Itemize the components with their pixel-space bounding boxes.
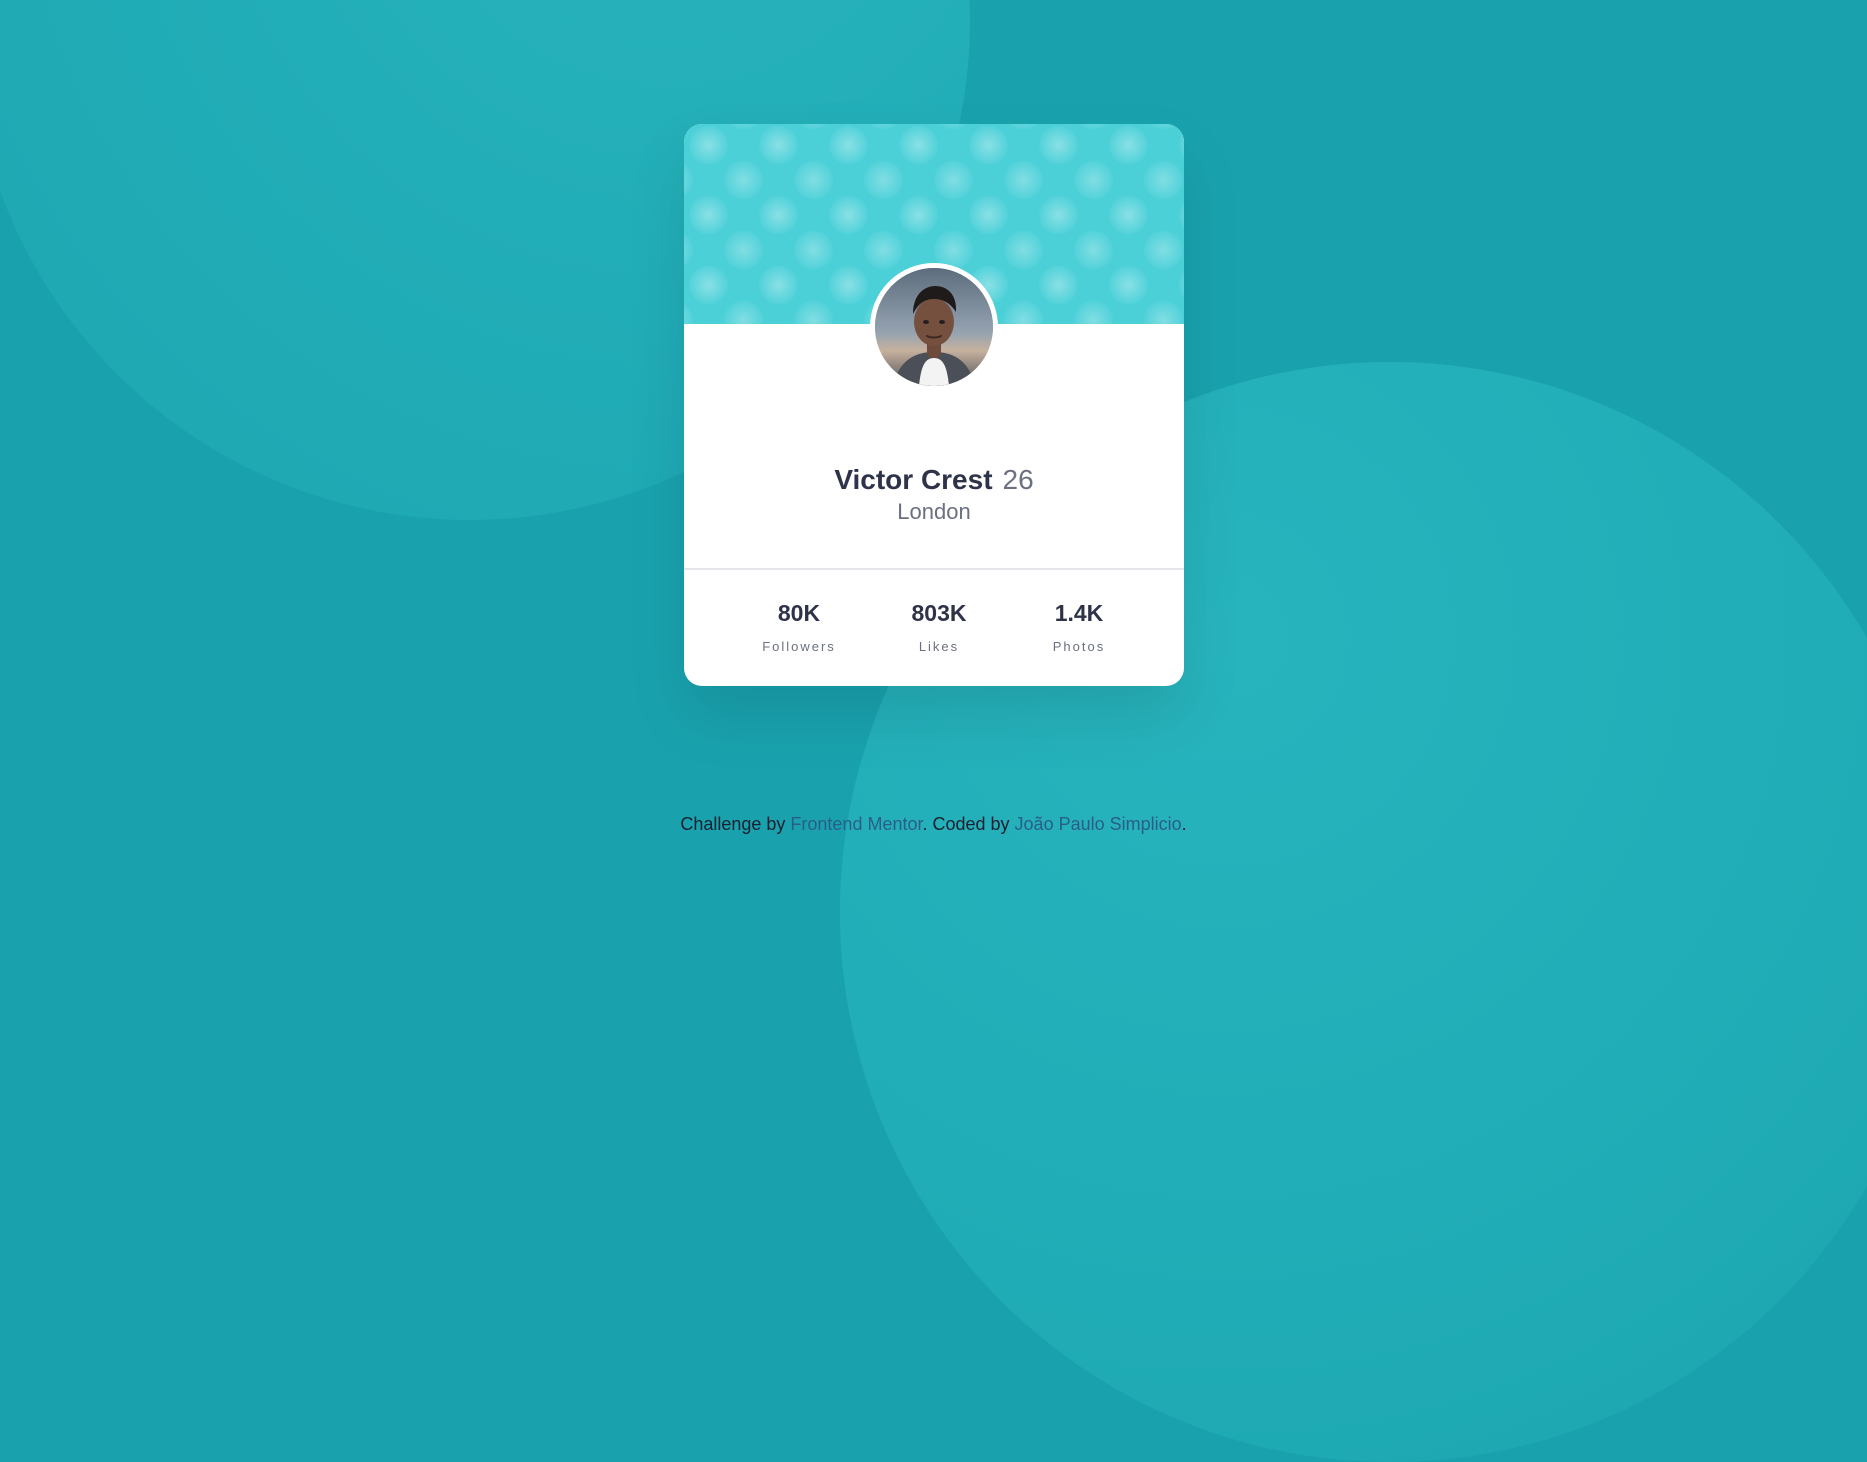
profile-avatar xyxy=(870,263,998,391)
profile-name: Victor Crest xyxy=(834,464,993,495)
footer-prefix: Challenge by xyxy=(680,814,791,834)
stat-value: 803K xyxy=(911,600,967,626)
stat-followers: 80K Followers xyxy=(734,600,864,655)
footer-suffix: . xyxy=(1181,814,1187,834)
stat-label: Followers xyxy=(762,639,836,654)
stat-value: 80K xyxy=(777,600,821,626)
stat-photos: 1.4K Photos xyxy=(1014,600,1144,655)
profile-stats: 80K Followers 803K Likes 1.4K Photos xyxy=(684,600,1184,670)
card-divider xyxy=(684,568,1184,570)
stat-label: Photos xyxy=(1052,639,1106,654)
stat-likes: 803K Likes xyxy=(874,600,1004,655)
profile-location: London xyxy=(897,499,971,524)
stat-value: 1.4K xyxy=(1054,600,1104,626)
profile-age: 26 xyxy=(1002,464,1034,495)
name-row: Victor Crest 26 xyxy=(684,462,1184,498)
footer-middle: . Coded by xyxy=(922,814,1015,834)
author-link[interactable]: João Paulo Simplicio xyxy=(1015,814,1182,834)
frontend-mentor-link[interactable]: Frontend Mentor xyxy=(790,814,922,834)
stat-label: Likes xyxy=(918,639,960,654)
profile-card: Victor Crest 26 London 80K Followers 803K… xyxy=(684,124,1184,686)
attribution-footer: Challenge by Frontend Mentor. Coded by J… xyxy=(0,812,1867,836)
